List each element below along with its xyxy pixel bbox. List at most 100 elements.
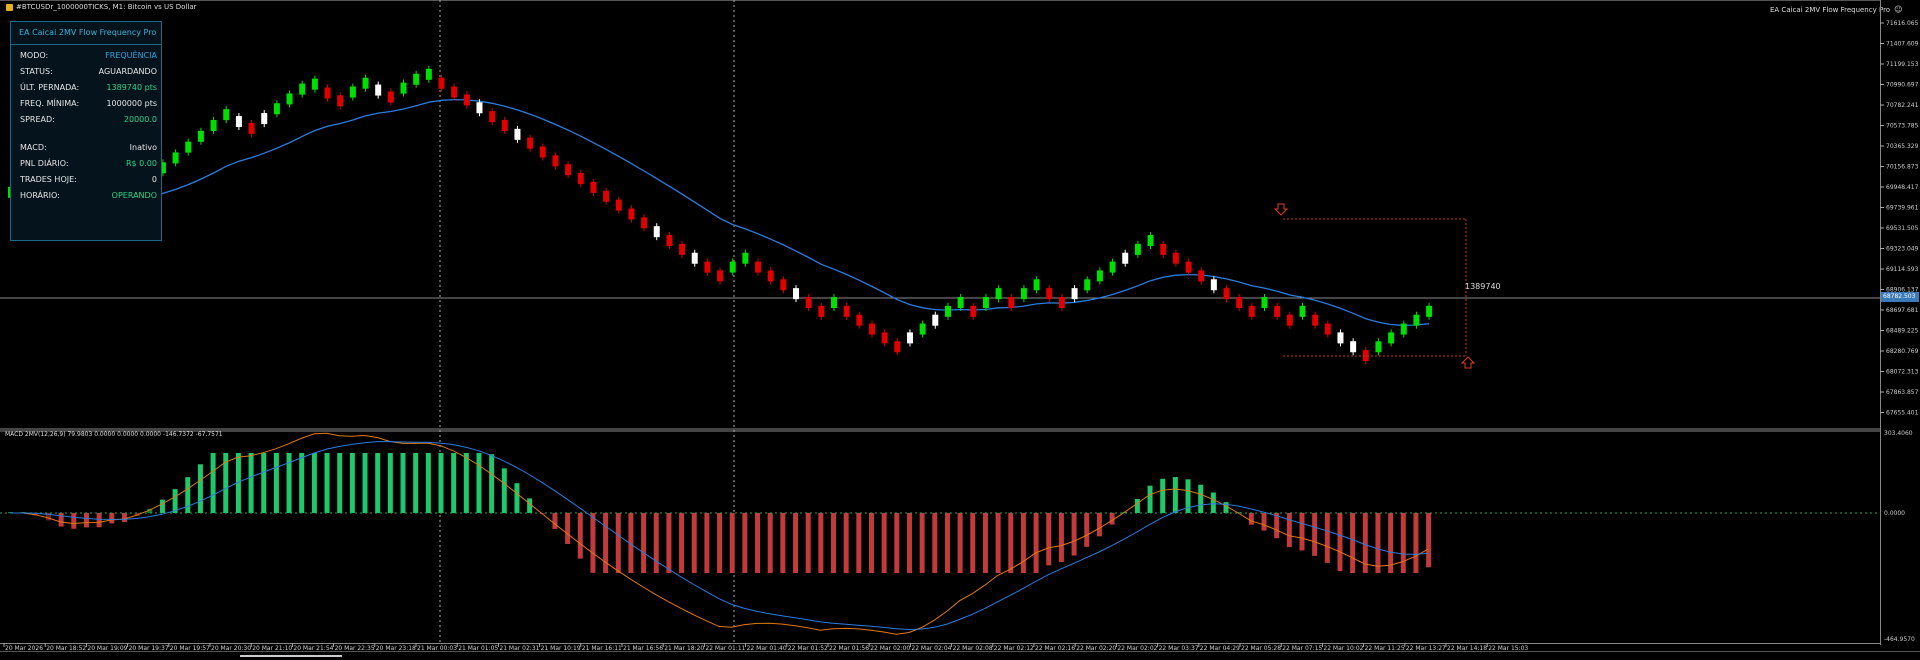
macd-histogram-bar	[324, 453, 330, 513]
row-value: 1389740 pts	[106, 83, 157, 92]
price-tick-label: 71407.609	[1886, 41, 1919, 48]
macd-histogram-bar	[1134, 498, 1140, 513]
row-label: SPREAD:	[20, 115, 55, 124]
price-tick-label: 69531.505	[1886, 225, 1919, 232]
chart-canvas[interactable]: 71616.065 71407.609 71199.153 70990.697 7078…	[0, 0, 1920, 652]
renko-brick	[982, 296, 989, 308]
renko-brick	[932, 314, 939, 326]
panel-row-macd: MACD: Inativo	[20, 141, 157, 154]
renko-brick	[1286, 314, 1293, 326]
renko-brick	[1134, 243, 1141, 255]
panel-row-min-freq: FREQ. MÍNIMA: 1000000 pts	[20, 97, 157, 110]
renko-brick	[1020, 288, 1027, 300]
macd-histogram-bar	[982, 513, 988, 573]
row-label: FREQ. MÍNIMA:	[20, 99, 80, 108]
renko-brick	[1350, 341, 1357, 353]
macd-label: MACD 2MV(12,26,9) 79.9803 0.0000 0.0000 …	[5, 431, 223, 438]
macd-histogram-bar	[793, 513, 799, 573]
macd-histogram-bar	[121, 513, 127, 523]
renko-brick	[628, 208, 635, 220]
price-tick-label: 69739.961	[1886, 205, 1919, 212]
price-tick-label: 70573.785	[1886, 123, 1919, 130]
macd-histogram-bar	[1312, 513, 1318, 556]
renko-brick	[919, 323, 926, 335]
row-value: 1000000 pts	[106, 99, 157, 108]
macd-histogram-bar	[1388, 513, 1394, 573]
sell-arrow-icon	[1273, 203, 1289, 216]
renko-brick	[1223, 288, 1230, 300]
macd-histogram-bar	[476, 453, 482, 513]
buy-arrow-icon	[1460, 356, 1476, 369]
macd-histogram-bar	[691, 513, 697, 573]
renko-brick	[1324, 323, 1331, 335]
price-tick-label: 70365.329	[1886, 143, 1919, 150]
panel-row-spread: SPREAD: 20000.0	[20, 113, 157, 126]
macd-histogram-bar	[1046, 513, 1052, 566]
panel-row-trades: TRADES HOJE: 0	[20, 173, 157, 186]
macd-histogram-bar	[552, 513, 558, 529]
macd-histogram-bar	[1375, 513, 1381, 573]
macd-histogram-bar	[944, 513, 950, 573]
price-tick-label: 70782.241	[1886, 102, 1919, 109]
renko-brick	[476, 102, 483, 114]
renko-brick	[400, 82, 407, 94]
macd-histogram-bar	[1033, 513, 1039, 573]
renko-brick	[337, 95, 344, 107]
row-value: Inativo	[129, 143, 157, 152]
renko-brick	[375, 84, 382, 96]
macd-histogram-bar	[1210, 492, 1216, 513]
renko-brick	[577, 173, 584, 185]
price-tick-label: 69114.593	[1886, 266, 1919, 273]
renko-brick	[1147, 235, 1154, 247]
row-label: STATUS:	[20, 67, 53, 76]
macd-histogram-bar	[590, 513, 596, 573]
renko-brick	[185, 141, 192, 153]
macd-histogram-bar	[1261, 513, 1267, 531]
macd-histogram-bar	[577, 513, 583, 559]
macd-histogram-bar	[957, 513, 963, 573]
macd-histogram-bar	[1147, 485, 1153, 513]
row-value: OPERANDO	[111, 191, 157, 200]
renko-brick	[653, 226, 660, 238]
renko-brick	[603, 190, 610, 202]
horizontal-scrollbar-thumb[interactable]	[240, 655, 342, 657]
renko-brick	[615, 199, 622, 211]
renko-brick	[1413, 314, 1420, 326]
renko-brick	[324, 87, 331, 99]
macd-histogram-bar	[717, 513, 723, 573]
price-tick-label: 68697.681	[1886, 307, 1919, 314]
macd-histogram-bar	[679, 513, 685, 573]
renko-brick	[425, 68, 432, 80]
macd-histogram-bar	[995, 513, 1001, 573]
macd-histogram-bar	[1299, 513, 1305, 551]
macd-histogram-bar	[400, 453, 406, 513]
leg-label: 1389740	[1465, 282, 1501, 291]
macd-histogram-bar	[831, 513, 837, 573]
renko-brick	[527, 137, 534, 149]
row-label: PNL DIÁRIO:	[20, 159, 69, 168]
macd-histogram-bar	[906, 513, 912, 573]
panel-row-status: STATUS: AGUARDANDO	[20, 65, 157, 78]
macd-histogram-bar	[1160, 478, 1166, 513]
macd-histogram-bar	[463, 453, 469, 513]
renko-brick	[742, 252, 749, 264]
renko-brick	[818, 305, 825, 317]
renko-brick	[552, 155, 559, 167]
renko-brick	[1248, 305, 1255, 317]
row-label: HORÁRIO:	[20, 191, 60, 200]
renko-brick	[223, 109, 230, 121]
macd-histogram-bar	[1286, 513, 1292, 548]
renko-brick	[1084, 279, 1091, 291]
macd-histogram-bar	[615, 513, 621, 573]
price-tick-label: 68489.225	[1886, 328, 1919, 335]
renko-brick	[843, 305, 850, 317]
macd-histogram-bar	[83, 513, 89, 528]
macd-histogram-bar	[489, 454, 495, 513]
macd-histogram-bar	[1413, 513, 1419, 573]
renko-brick	[1185, 261, 1192, 273]
renko-brick	[1109, 261, 1116, 273]
macd-histogram-bar	[881, 513, 887, 573]
renko-brick	[679, 243, 686, 255]
renko-brick	[1058, 296, 1065, 308]
price-tick-label: 70156.873	[1886, 164, 1919, 171]
